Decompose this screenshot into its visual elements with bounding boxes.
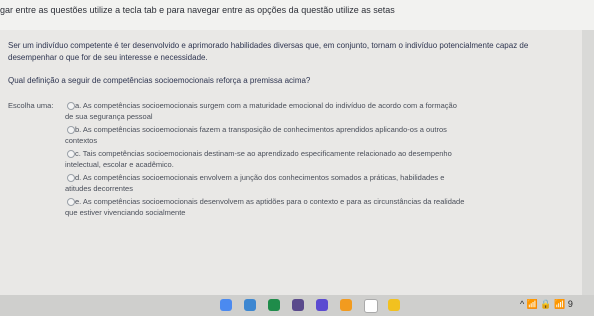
option-a[interactable]: a. As competências socioemocionais surge… <box>65 100 565 122</box>
option-d-line2: atitudes decorrentes <box>65 184 133 193</box>
option-d[interactable]: d. As competências socioemocionais envol… <box>65 172 565 194</box>
instruction-bar: gar entre as questões utilize a tecla ta… <box>0 0 594 30</box>
radio-c[interactable] <box>67 150 75 158</box>
m-icon[interactable] <box>316 299 328 311</box>
option-c-line1: c. Tais competências socioemocionais des… <box>75 149 452 158</box>
option-e-line1: e. As competências socioemocionais desen… <box>75 197 465 206</box>
files-icon[interactable] <box>244 299 256 311</box>
instruction-text: gar entre as questões utilize a tecla ta… <box>0 5 395 15</box>
radio-b[interactable] <box>67 126 75 134</box>
option-c-line2: intelectual, escolar e acadêmico. <box>65 160 174 169</box>
option-d-line1: d. As competências socioemocionais envol… <box>75 173 445 182</box>
browser-icon[interactable] <box>220 299 232 311</box>
media-icon[interactable] <box>340 299 352 311</box>
radio-e[interactable] <box>67 198 75 206</box>
gradebook-icon[interactable] <box>292 299 304 311</box>
option-a-line2: de sua segurança pessoal <box>65 112 153 121</box>
option-c[interactable]: c. Tais competências socioemocionais des… <box>65 148 565 170</box>
radio-d[interactable] <box>67 174 75 182</box>
radio-a[interactable] <box>67 102 75 110</box>
calendar-icon[interactable] <box>268 299 280 311</box>
option-a-line1: a. As competências socioemocionais surge… <box>75 101 457 110</box>
question-prompt: Qual definição a seguir de competências … <box>8 76 311 85</box>
choose-label: Escolha uma: <box>8 101 54 110</box>
system-tray[interactable]: ^ 📶 🔒 📶 9 <box>520 299 573 310</box>
option-e[interactable]: e. As competências socioemocionais desen… <box>65 196 565 218</box>
option-b[interactable]: b. As competências socioemocionais fazem… <box>65 124 565 146</box>
drive-icon[interactable] <box>388 299 400 311</box>
option-e-line2: que estiver vivenciando socialmente <box>65 208 186 217</box>
option-b-line2: contextos <box>65 136 98 145</box>
google-icon[interactable] <box>364 299 378 313</box>
question-text: Ser um indivíduo competente é ter desenv… <box>8 41 529 62</box>
option-b-line1: b. As competências socioemocionais fazem… <box>75 125 447 134</box>
